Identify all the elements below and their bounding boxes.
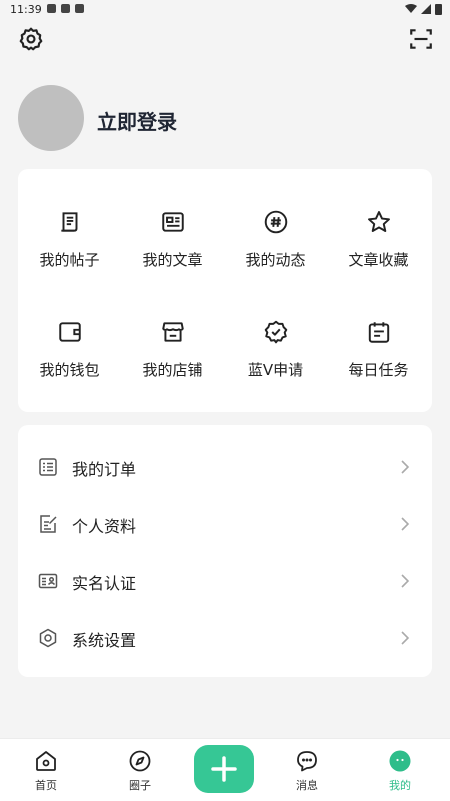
chevron-right-icon <box>401 574 410 588</box>
tab-label: 我的 <box>389 779 411 792</box>
grid-item-label: 我的文章 <box>142 251 203 269</box>
notification-icon <box>75 4 84 13</box>
grid-item-label: 我的店铺 <box>142 361 203 379</box>
grid-item-daily-tasks[interactable]: 每日任务 <box>327 319 430 399</box>
home-icon <box>36 751 56 771</box>
message-icon <box>297 751 317 772</box>
grid-item-shop[interactable]: 我的店铺 <box>121 319 224 399</box>
menu-item-label: 个人资料 <box>72 517 137 536</box>
settings-button[interactable] <box>18 26 44 52</box>
battery-icon <box>435 4 442 15</box>
menu-item-orders[interactable]: 我的订单 <box>18 439 432 495</box>
badge-check-icon <box>264 320 287 344</box>
star-icon <box>367 211 390 232</box>
hashtag-icon <box>264 210 287 234</box>
tab-label: 消息 <box>296 779 318 792</box>
tab-label: 首页 <box>35 779 57 792</box>
id-card-icon <box>38 573 58 589</box>
signal-icon <box>421 4 431 14</box>
hexagon-settings-icon <box>39 628 57 648</box>
menu-item-label: 系统设置 <box>72 631 137 650</box>
grid-item-label: 蓝V申请 <box>247 361 304 379</box>
tab-mine[interactable]: 我的 <box>370 749 430 793</box>
notification-icon <box>47 4 56 13</box>
grid-item-wallet[interactable]: 我的钱包 <box>18 319 121 399</box>
login-link[interactable]: 立即登录 <box>97 106 177 135</box>
grid-item-label: 我的钱包 <box>39 361 100 379</box>
system-icons <box>405 3 442 15</box>
chevron-right-icon <box>401 460 410 474</box>
chevron-right-icon <box>401 631 410 645</box>
profile-icon <box>389 750 411 772</box>
grid-item-label: 我的动态 <box>245 251 306 269</box>
grid-item-favorites[interactable]: 文章收藏 <box>327 209 430 289</box>
notification-icons <box>47 4 84 13</box>
avatar[interactable] <box>18 85 84 151</box>
plus-icon <box>211 756 237 782</box>
wifi-icon <box>405 4 417 13</box>
edit-doc-icon <box>40 515 57 533</box>
tab-messages[interactable]: 消息 <box>277 749 337 793</box>
notification-icon <box>61 4 70 13</box>
status-bar: 11:39 <box>0 0 450 20</box>
menu-item-system-settings[interactable]: 系统设置 <box>18 610 432 666</box>
menu-item-label: 实名认证 <box>72 574 137 593</box>
grid-item-my-posts[interactable]: 我的帖子 <box>18 209 121 289</box>
scan-button[interactable] <box>408 26 434 52</box>
order-list-icon <box>39 458 57 476</box>
tab-home[interactable]: 首页 <box>16 749 76 793</box>
menu-item-label: 我的订单 <box>72 460 137 479</box>
article-icon <box>161 212 184 232</box>
shop-icon <box>161 322 184 342</box>
feature-grid-card: 我的帖子 我的文章 我的动态 文章收藏 我的钱包 我的店铺 蓝V申请 每日任务 <box>18 169 432 412</box>
chevron-right-icon <box>401 517 410 531</box>
posts-icon <box>60 212 77 232</box>
grid-item-label: 每日任务 <box>348 361 409 379</box>
add-button[interactable] <box>194 745 254 793</box>
compass-icon <box>129 750 151 772</box>
wallet-icon <box>58 322 81 342</box>
menu-item-profile[interactable]: 个人资料 <box>18 496 432 552</box>
grid-item-blue-v[interactable]: 蓝V申请 <box>224 319 327 399</box>
tab-label: 圈子 <box>129 779 151 792</box>
grid-item-my-articles[interactable]: 我的文章 <box>121 209 224 289</box>
gear-icon <box>19 27 43 51</box>
status-time: 11:39 <box>10 3 42 16</box>
grid-item-label: 文章收藏 <box>348 251 409 269</box>
scan-icon <box>410 29 432 49</box>
menu-item-verification[interactable]: 实名认证 <box>18 553 432 609</box>
calendar-task-icon <box>368 322 389 343</box>
settings-list-card: 我的订单 个人资料 实名认证 系统设置 <box>18 425 432 677</box>
tab-circle[interactable]: 圈子 <box>110 749 170 793</box>
grid-item-label: 我的帖子 <box>39 251 100 269</box>
grid-item-my-moments[interactable]: 我的动态 <box>224 209 327 289</box>
